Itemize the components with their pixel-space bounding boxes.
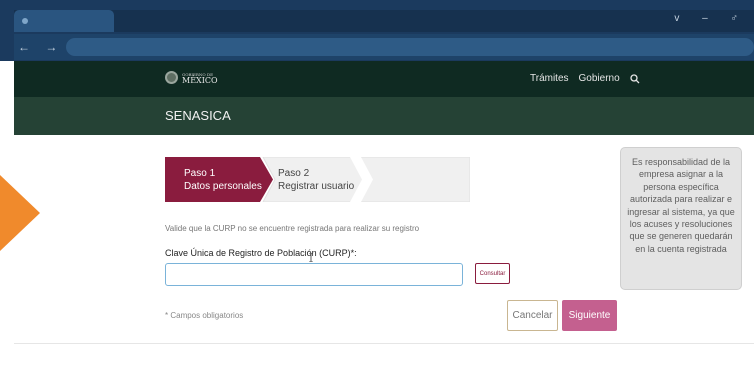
window-controls[interactable]: v – ♂ [674,13,748,24]
help-text: Valide que la CURP no se encuentre regis… [165,224,420,233]
curp-label: Clave Única de Registro de Población (CU… [165,248,357,258]
gov-nav: Trámites Gobierno [530,73,640,84]
orange-arrow-icon [0,175,40,251]
next-button[interactable]: Siguiente [562,300,617,331]
divider [14,343,754,344]
tab-strip [14,10,754,32]
step-2-title: Registrar usuario [278,181,355,192]
required-fields-note: * Campos obligatorios [165,311,244,320]
logo-text: GOBIERNO DE MÉXICO [182,72,218,85]
step-2[interactable]: Paso 2 Registrar usuario [278,167,354,193]
cancel-button[interactable]: Cancelar [507,300,558,331]
gobierno-de-mexico-logo[interactable]: GOBIERNO DE MÉXICO [165,71,218,84]
agency-name: SENASICA [165,108,231,123]
tab-favicon-icon [22,18,28,24]
agency-band [14,97,754,135]
gov-header [14,61,754,97]
step-1[interactable]: Paso 1 Datos personales [184,167,262,193]
step-1-title: Datos personales [184,181,262,192]
browser-tab[interactable] [14,10,114,32]
nav-link-gobierno[interactable]: Gobierno [579,73,620,84]
step-2-number: Paso 2 [278,168,310,179]
search-icon[interactable] [630,73,640,84]
seal-icon [165,71,178,84]
nav-link-tramites[interactable]: Trámites [530,73,569,84]
curp-input[interactable] [165,263,463,286]
logo-main-text: MÉXICO [182,75,218,85]
step-1-number: Paso 1 [184,168,216,179]
address-bar[interactable] [66,38,754,56]
info-note: Es responsabilidad de la empresa asignar… [620,147,742,290]
text-cursor-icon [309,253,313,262]
screen: v – ♂ ← → C GOBIERNO DE MÉXICO Trámites … [0,0,754,375]
consult-button[interactable]: Consultar [475,263,510,284]
